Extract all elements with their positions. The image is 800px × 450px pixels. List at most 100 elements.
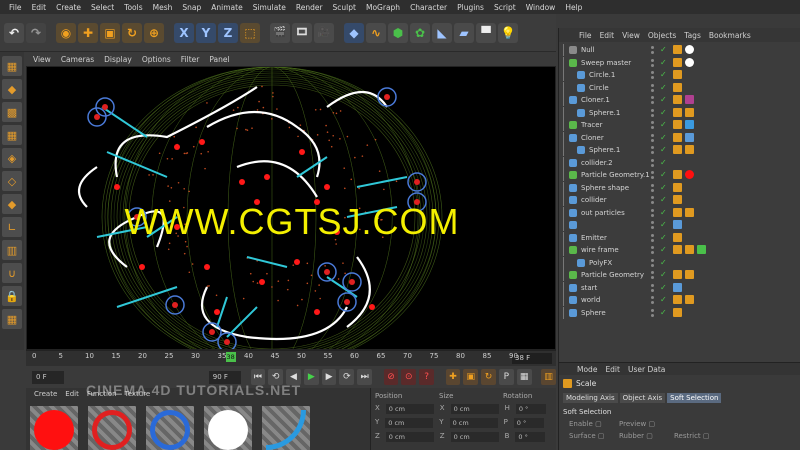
visibility-dots[interactable] bbox=[651, 170, 655, 180]
viewport-menu-options[interactable]: Options bbox=[137, 55, 176, 64]
viewport-menu-panel[interactable]: Panel bbox=[204, 55, 234, 64]
material-swatch[interactable] bbox=[204, 406, 252, 450]
workplane-icon[interactable]: ▦ bbox=[2, 125, 22, 145]
grid-icon[interactable]: ▦ bbox=[2, 309, 22, 329]
object-row[interactable]: Circle.1 ✓ bbox=[559, 69, 800, 81]
visibility-dots[interactable] bbox=[651, 245, 655, 255]
scale-tool-icon[interactable]: ▣ bbox=[100, 23, 120, 43]
viewport-menu-display[interactable]: Display bbox=[99, 55, 137, 64]
object-menu-file[interactable]: File bbox=[575, 31, 596, 40]
menu-mesh[interactable]: Mesh bbox=[148, 3, 178, 12]
object-tag-icon[interactable] bbox=[685, 120, 694, 129]
object-tag-icon[interactable] bbox=[685, 208, 694, 217]
cube-primitive-icon[interactable]: ◆ bbox=[344, 23, 364, 43]
recent-tools-icon[interactable]: ⊕ bbox=[144, 23, 164, 43]
render-picture-viewer-icon[interactable]: 🎞 bbox=[292, 23, 312, 43]
start-frame-field[interactable]: 0 F bbox=[32, 371, 64, 384]
menu-character[interactable]: Character bbox=[405, 3, 452, 12]
menu-simulate[interactable]: Simulate bbox=[248, 3, 291, 12]
option-enable[interactable]: Enable ▢ bbox=[569, 420, 602, 428]
object-row[interactable]: world ✓ bbox=[559, 294, 800, 306]
render-view-icon[interactable]: 🎬 bbox=[270, 23, 290, 43]
object-tag-icon[interactable] bbox=[673, 83, 682, 92]
enabled-checkmark[interactable]: ✓ bbox=[660, 45, 667, 54]
visibility-dots[interactable] bbox=[651, 58, 655, 68]
object-tag-icon[interactable] bbox=[685, 133, 694, 142]
visibility-dots[interactable] bbox=[651, 45, 655, 55]
visibility-dots[interactable] bbox=[651, 145, 655, 155]
enabled-checkmark[interactable]: ✓ bbox=[660, 108, 667, 117]
object-tag-icon[interactable] bbox=[673, 308, 682, 317]
object-row[interactable]: Sphere ✓ bbox=[559, 307, 800, 319]
object-menu-edit[interactable]: Edit bbox=[596, 31, 619, 40]
next-key-icon[interactable]: ⟳ bbox=[339, 369, 354, 385]
object-tag-icon[interactable] bbox=[673, 295, 682, 304]
render-settings-icon[interactable]: 🎥 bbox=[314, 23, 334, 43]
play-icon[interactable]: ▶ bbox=[304, 369, 319, 385]
rotation-field[interactable]: 0 ° bbox=[514, 418, 544, 428]
option-preview[interactable]: Preview ▢ bbox=[619, 420, 655, 428]
option-restrict[interactable]: Restrict ▢ bbox=[674, 432, 710, 440]
viewport-menu-filter[interactable]: Filter bbox=[176, 55, 205, 64]
object-row[interactable]: Sweep master ✓ bbox=[559, 57, 800, 69]
object-row[interactable]: collider.2 ✓ bbox=[559, 157, 800, 169]
cloner-icon[interactable]: ✿ bbox=[410, 23, 430, 43]
object-menu-bookmarks[interactable]: Bookmarks bbox=[705, 31, 755, 40]
go-to-end-icon[interactable]: ⏭ bbox=[357, 369, 372, 385]
undo-icon[interactable]: ↶ bbox=[4, 23, 24, 43]
size-field[interactable]: 0 cm bbox=[450, 418, 498, 428]
object-tag-icon[interactable] bbox=[685, 270, 694, 279]
enabled-checkmark[interactable]: ✓ bbox=[660, 58, 667, 67]
object-tag-icon[interactable] bbox=[697, 245, 706, 254]
object-tag-icon[interactable] bbox=[673, 220, 682, 229]
spline-pen-icon[interactable]: ∿ bbox=[366, 23, 386, 43]
object-menu-tags[interactable]: Tags bbox=[680, 31, 705, 40]
object-tag-icon[interactable] bbox=[673, 120, 682, 129]
menu-select[interactable]: Select bbox=[86, 3, 119, 12]
visibility-dots[interactable] bbox=[651, 108, 655, 118]
material-swatch[interactable] bbox=[30, 406, 78, 450]
z-axis-button[interactable]: Z bbox=[218, 23, 238, 43]
enabled-checkmark[interactable]: ✓ bbox=[660, 195, 667, 204]
enabled-checkmark[interactable]: ✓ bbox=[660, 308, 667, 317]
position-field[interactable]: 0 cm bbox=[386, 432, 434, 442]
timeline-window-icon[interactable]: ▥ bbox=[541, 369, 556, 385]
object-row[interactable]: PolyFX ✓ bbox=[559, 257, 800, 269]
object-row[interactable]: Sphere shape ✓ bbox=[559, 182, 800, 194]
tweak-mode-icon[interactable]: ▥ bbox=[2, 240, 22, 260]
visibility-dots[interactable] bbox=[651, 283, 655, 293]
visibility-dots[interactable] bbox=[651, 258, 655, 268]
enabled-checkmark[interactable]: ✓ bbox=[660, 183, 667, 192]
object-row[interactable]: Particle Geometry.1 ✓ bbox=[559, 169, 800, 181]
enabled-checkmark[interactable]: ✓ bbox=[660, 83, 667, 92]
viewport-menu-cameras[interactable]: Cameras bbox=[56, 55, 99, 64]
visibility-dots[interactable] bbox=[651, 83, 655, 93]
enabled-checkmark[interactable]: ✓ bbox=[660, 70, 667, 79]
visibility-dots[interactable] bbox=[651, 220, 655, 230]
deformer-icon[interactable]: ◣ bbox=[432, 23, 452, 43]
object-row[interactable]: Tracer ✓ bbox=[559, 119, 800, 131]
object-row[interactable]: collider ✓ bbox=[559, 194, 800, 206]
object-row[interactable]: Emitter ✓ bbox=[559, 232, 800, 244]
object-row[interactable]: out particles ✓ bbox=[559, 207, 800, 219]
object-tag-icon[interactable] bbox=[685, 45, 694, 54]
object-tag-icon[interactable] bbox=[685, 58, 694, 67]
key-pla-icon[interactable]: ▦ bbox=[517, 369, 532, 385]
visibility-dots[interactable] bbox=[651, 133, 655, 143]
object-row[interactable]: Particle Geometry ✓ bbox=[559, 269, 800, 281]
enabled-checkmark[interactable]: ✓ bbox=[660, 208, 667, 217]
object-row[interactable]: Null ✓ bbox=[559, 44, 800, 56]
position-field[interactable]: 0 cm bbox=[386, 404, 434, 414]
points-mode-icon[interactable]: ◈ bbox=[2, 148, 22, 168]
attribute-menu-user-data[interactable]: User Data bbox=[624, 365, 669, 374]
menu-file[interactable]: File bbox=[4, 3, 27, 12]
object-tag-icon[interactable] bbox=[673, 58, 682, 67]
enabled-checkmark[interactable]: ✓ bbox=[660, 170, 667, 179]
size-field[interactable]: 0 cm bbox=[451, 404, 499, 414]
enabled-checkmark[interactable]: ✓ bbox=[660, 120, 667, 129]
object-tag-icon[interactable] bbox=[673, 108, 682, 117]
menu-tools[interactable]: Tools bbox=[119, 3, 147, 12]
tab-soft-selection[interactable]: Soft Selection bbox=[667, 393, 721, 403]
object-tag-icon[interactable] bbox=[673, 233, 682, 242]
material-swatch[interactable] bbox=[262, 406, 310, 450]
